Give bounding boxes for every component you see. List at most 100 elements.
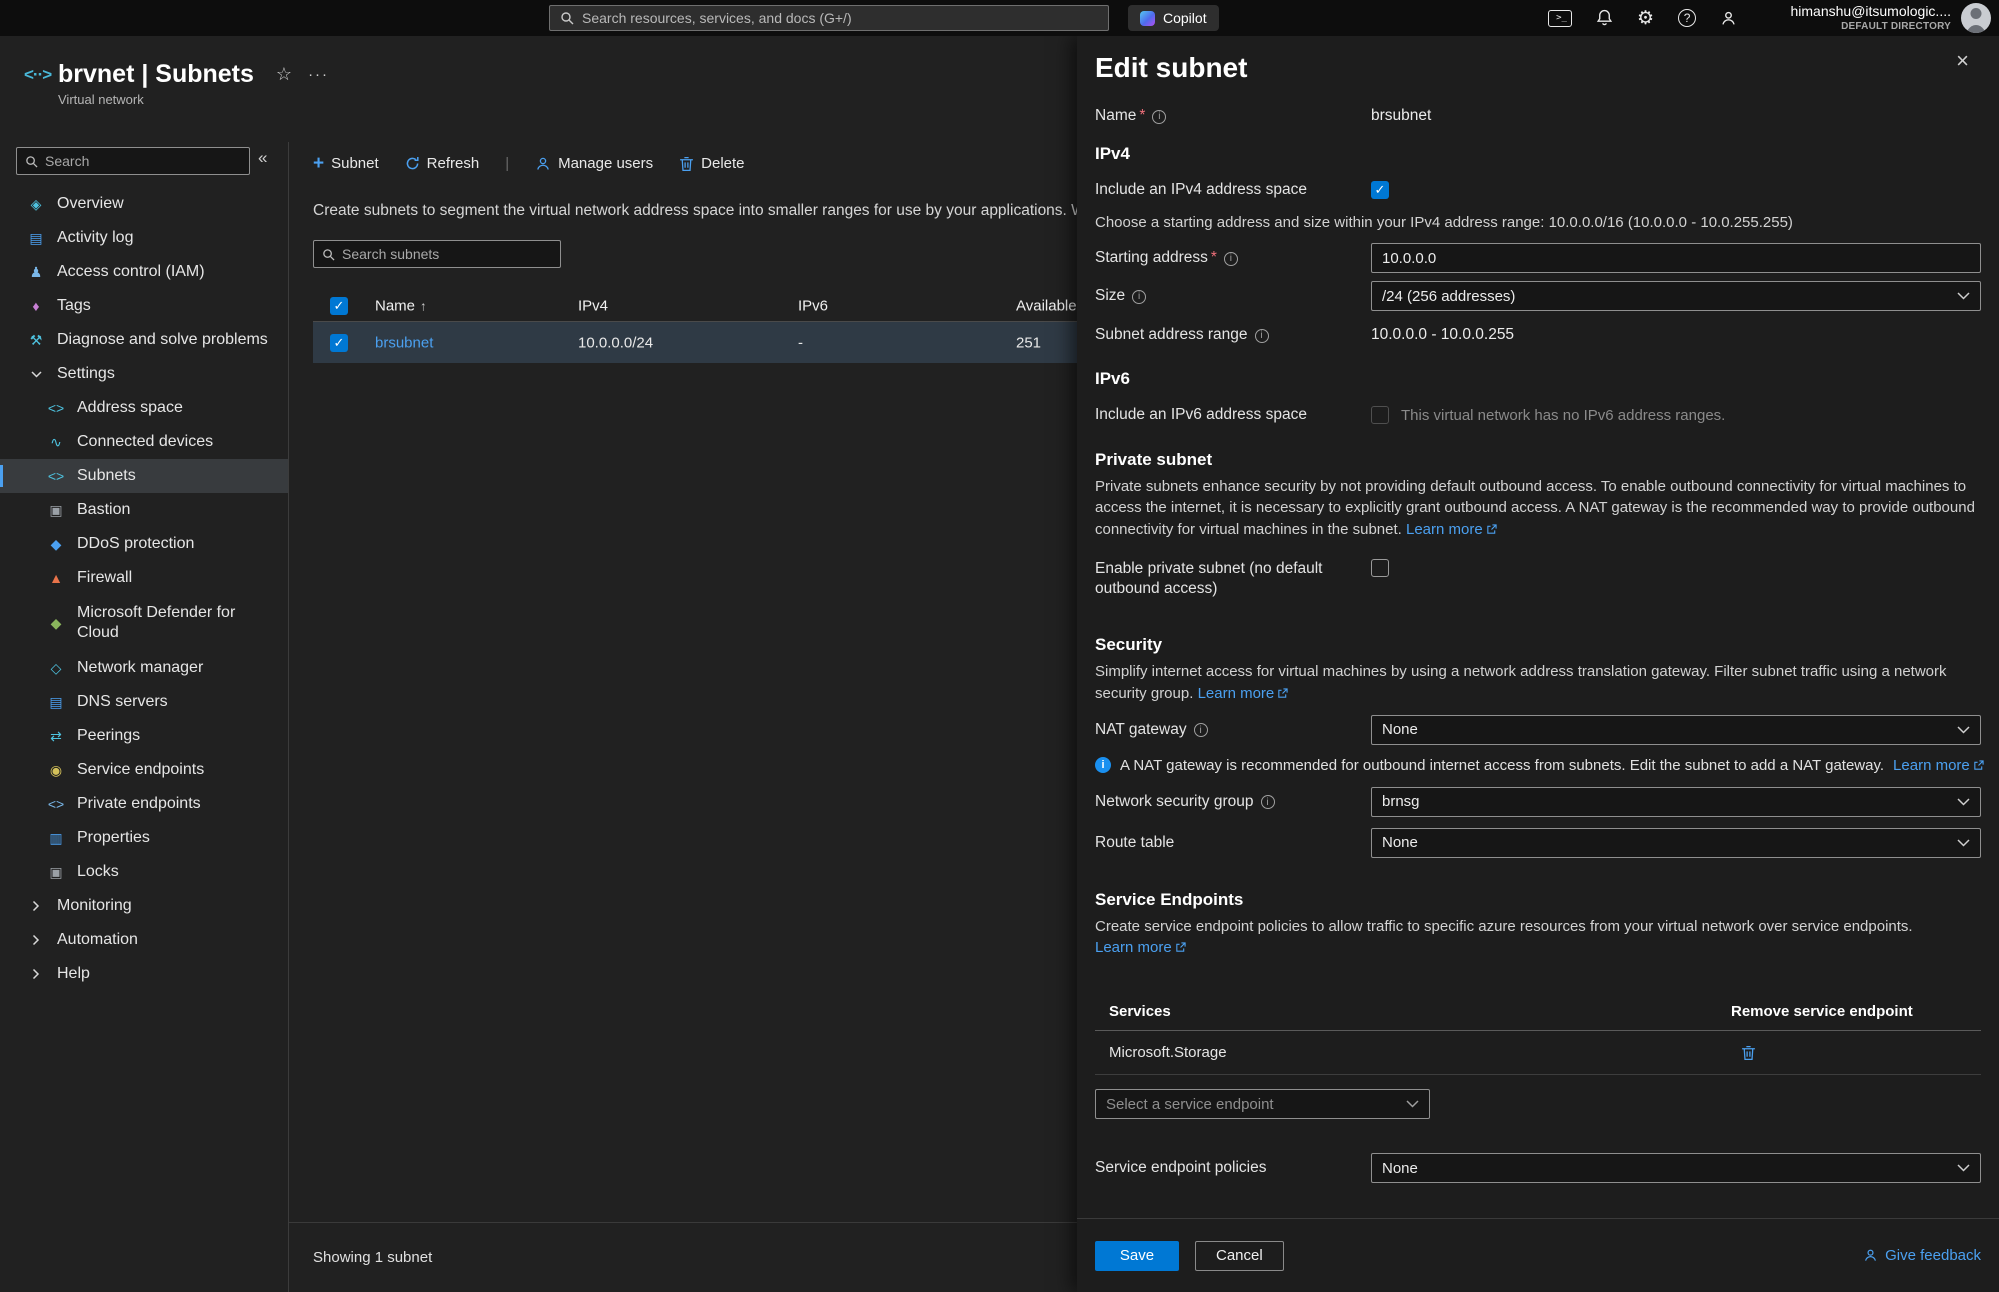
sidebar-item-access-control[interactable]: ♟ Access control (IAM) bbox=[0, 255, 288, 289]
sidebar-item-network-manager[interactable]: ◇ Network manager bbox=[0, 651, 288, 685]
give-feedback-link[interactable]: Give feedback bbox=[1885, 1247, 1981, 1264]
subnet-search-input[interactable] bbox=[342, 246, 552, 262]
sidebar-item-locks[interactable]: ▣ Locks bbox=[0, 855, 288, 889]
sidebar-item-overview[interactable]: ◈ Overview bbox=[0, 187, 288, 221]
sidebar-group-automation[interactable]: Automation bbox=[0, 923, 288, 957]
sidebar-item-service-endpoints[interactable]: ◉ Service endpoints bbox=[0, 753, 288, 787]
delete-button[interactable]: Delete bbox=[679, 155, 744, 172]
service-endpoints-description: Create service endpoint policies to allo… bbox=[1095, 916, 1981, 960]
cloud-shell-icon[interactable]: >_ bbox=[1548, 10, 1572, 27]
overview-icon: ◈ bbox=[24, 196, 48, 213]
sidebar-group-help[interactable]: Help bbox=[0, 957, 288, 991]
sidebar-item-subnets[interactable]: <> Subnets bbox=[0, 459, 288, 493]
help-icon[interactable]: ? bbox=[1678, 9, 1696, 27]
sidebar-group-label: Automation bbox=[57, 931, 138, 949]
sidebar-item-private-endpoints[interactable]: <> Private endpoints bbox=[0, 787, 288, 821]
sidebar-item-peerings[interactable]: ⇄ Peerings bbox=[0, 719, 288, 753]
table-row[interactable]: ✓ brsubnet 10.0.0.0/24 - 251 bbox=[313, 322, 1153, 363]
avatar[interactable] bbox=[1961, 3, 1991, 33]
route-table-select[interactable]: None bbox=[1371, 828, 1981, 858]
notifications-icon[interactable] bbox=[1596, 9, 1613, 27]
tags-icon: ♦ bbox=[24, 298, 48, 314]
select-all-checkbox[interactable]: ✓ bbox=[330, 297, 348, 315]
policies-select[interactable]: None bbox=[1371, 1153, 1981, 1183]
copilot-button[interactable]: Copilot bbox=[1128, 5, 1219, 31]
subnet-name-link[interactable]: brsubnet bbox=[375, 334, 433, 351]
sidebar-item-label: DDoS protection bbox=[77, 535, 194, 553]
learn-more-link[interactable]: Learn more bbox=[1095, 939, 1186, 956]
sidebar-item-connected-devices[interactable]: ∿ Connected devices bbox=[0, 425, 288, 459]
learn-more-link[interactable]: Learn more bbox=[1406, 521, 1497, 538]
ipv4-include-checkbox[interactable]: ✓ bbox=[1371, 181, 1389, 199]
manage-users-label: Manage users bbox=[558, 155, 653, 172]
refresh-button[interactable]: Refresh bbox=[405, 155, 480, 172]
ipv6-heading: IPv6 bbox=[1095, 369, 1981, 389]
column-header-ipv4[interactable]: IPv4 bbox=[578, 297, 608, 314]
policies-value: None bbox=[1382, 1160, 1418, 1177]
policies-row: Service endpoint policies None bbox=[1095, 1153, 1981, 1183]
close-icon[interactable]: × bbox=[1956, 50, 1969, 72]
nat-gateway-value: None bbox=[1382, 721, 1418, 738]
dns-servers-icon: ▤ bbox=[44, 694, 68, 711]
sidebar-item-firewall[interactable]: ▲ Firewall bbox=[0, 561, 288, 595]
account-info[interactable]: himanshu@itsumologic.... DEFAULT DIRECTO… bbox=[1790, 3, 1951, 33]
starting-address-input[interactable] bbox=[1371, 243, 1981, 273]
collapse-menu-icon[interactable]: « bbox=[258, 148, 267, 168]
feedback-icon[interactable] bbox=[1720, 10, 1737, 27]
sidebar-group-settings[interactable]: Settings bbox=[0, 357, 288, 391]
remove-column-label: Remove service endpoint bbox=[1731, 1003, 1981, 1020]
chevron-down-icon bbox=[24, 371, 48, 378]
sidebar-item-tags[interactable]: ♦ Tags bbox=[0, 289, 288, 323]
nat-gateway-select[interactable]: None bbox=[1371, 715, 1981, 745]
sidebar-item-label: Activity log bbox=[57, 229, 133, 247]
sidebar-item-activity-log[interactable]: ▤ Activity log bbox=[0, 221, 288, 255]
info-icon[interactable]: i bbox=[1261, 795, 1275, 809]
learn-more-link[interactable]: Learn more bbox=[1198, 685, 1289, 702]
info-icon[interactable]: i bbox=[1132, 290, 1146, 304]
settings-gear-icon[interactable]: ⚙ bbox=[1637, 7, 1654, 30]
private-subnet-enable-label: Enable private subnet (no default outbou… bbox=[1095, 559, 1355, 599]
sidebar-item-dns-servers[interactable]: ▤ DNS servers bbox=[0, 685, 288, 719]
sidebar-item-address-space[interactable]: <> Address space bbox=[0, 391, 288, 425]
save-button[interactable]: Save bbox=[1095, 1241, 1179, 1271]
service-endpoint-select[interactable]: Select a service endpoint bbox=[1095, 1089, 1430, 1119]
sidebar-search-input[interactable] bbox=[45, 153, 241, 169]
global-search-input[interactable] bbox=[582, 10, 1098, 26]
subnet-search[interactable] bbox=[313, 240, 561, 268]
sidebar-item-diagnose[interactable]: ⚒ Diagnose and solve problems bbox=[0, 323, 288, 357]
sidebar-item-label: Peerings bbox=[77, 727, 140, 745]
private-subnet-heading: Private subnet bbox=[1095, 450, 1981, 470]
info-icon[interactable]: i bbox=[1224, 252, 1238, 266]
sidebar-item-properties[interactable]: ▥ Properties bbox=[0, 821, 288, 855]
azure-portal: Copilot >_ ⚙ ? himanshu@itsumologic.... … bbox=[0, 0, 1999, 1292]
info-icon[interactable]: i bbox=[1194, 723, 1208, 737]
info-icon[interactable]: i bbox=[1152, 110, 1166, 124]
row-checkbox[interactable]: ✓ bbox=[330, 334, 348, 352]
service-endpoint-row: Microsoft.Storage bbox=[1095, 1031, 1981, 1075]
column-header-name[interactable]: Name↑ bbox=[375, 297, 427, 314]
chevron-down-icon bbox=[1957, 798, 1970, 806]
more-options-icon[interactable]: ··· bbox=[308, 66, 329, 83]
sidebar-item-defender[interactable]: ◆ Microsoft Defender for Cloud bbox=[0, 595, 288, 651]
sidebar-group-monitoring[interactable]: Monitoring bbox=[0, 889, 288, 923]
info-icon[interactable]: i bbox=[1255, 329, 1269, 343]
sidebar-item-ddos-protection[interactable]: ◆ DDoS protection bbox=[0, 527, 288, 561]
size-select[interactable]: /24 (256 addresses) bbox=[1371, 281, 1981, 311]
help-glyph: ? bbox=[1684, 11, 1691, 25]
learn-more-link[interactable]: Learn more bbox=[1893, 757, 1984, 774]
sidebar-search[interactable] bbox=[16, 147, 250, 175]
nat-info-banner: i A NAT gateway is recommended for outbo… bbox=[1095, 757, 1981, 774]
service-endpoints-icon: ◉ bbox=[44, 762, 68, 779]
sidebar-item-bastion[interactable]: ▣ Bastion bbox=[0, 493, 288, 527]
add-subnet-button[interactable]: + Subnet bbox=[313, 154, 379, 173]
nsg-select[interactable]: brnsg bbox=[1371, 787, 1981, 817]
cancel-button[interactable]: Cancel bbox=[1195, 1241, 1284, 1271]
favorite-star-icon[interactable]: ☆ bbox=[276, 64, 292, 85]
private-subnet-checkbox[interactable] bbox=[1371, 559, 1389, 577]
manage-users-button[interactable]: Manage users bbox=[535, 155, 653, 172]
sidebar-item-label: Properties bbox=[77, 829, 150, 847]
column-header-ipv6[interactable]: IPv6 bbox=[798, 297, 828, 314]
global-search[interactable] bbox=[549, 5, 1109, 31]
policies-label: Service endpoint policies bbox=[1095, 1158, 1371, 1178]
remove-service-endpoint-icon[interactable] bbox=[1741, 1045, 1756, 1061]
